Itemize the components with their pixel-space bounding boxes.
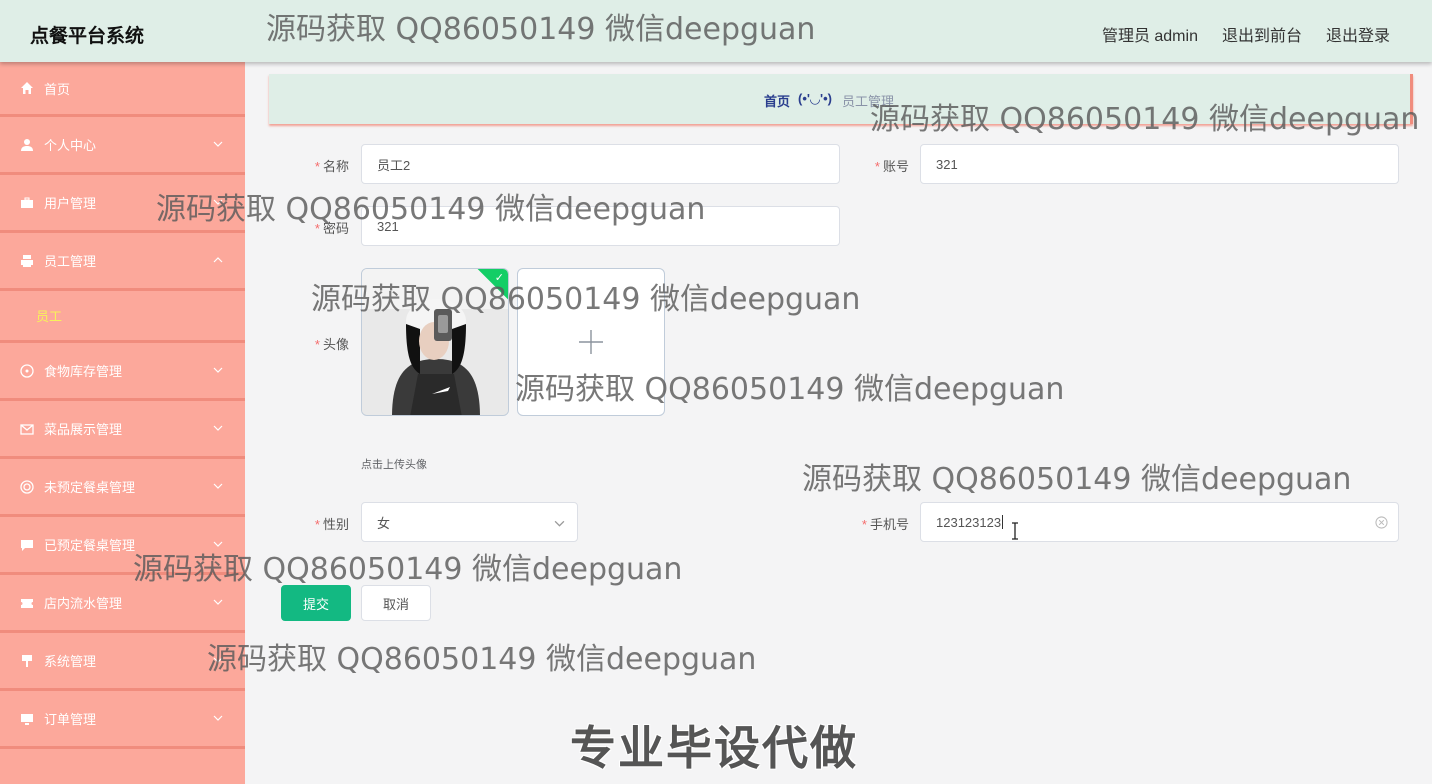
sidebar-item-home[interactable]: 首页 xyxy=(0,62,245,117)
name-input[interactable]: 员工2 xyxy=(361,144,840,184)
app-title: 点餐平台系统 xyxy=(30,26,145,47)
sidebar-item-unreserved-tables[interactable]: 未预定餐桌管理 xyxy=(0,459,245,517)
sidebar-item-label: 已预定餐桌管理 xyxy=(44,538,136,553)
password-label: * 密码 xyxy=(314,221,349,236)
monitor-icon xyxy=(19,711,35,727)
phone-input[interactable]: 123123123 xyxy=(920,502,1399,542)
chevron-down-icon xyxy=(213,367,223,373)
staff-form: * 名称 员工2 * 账号 321 * 密码 321 * 头像 ✓ 点击上传头像… xyxy=(269,134,1414,630)
gender-select[interactable]: 女 xyxy=(361,502,578,542)
sidebar-item-personal-center[interactable]: 个人中心 xyxy=(0,117,245,175)
lifebuoy-icon xyxy=(19,479,35,495)
chevron-down-icon xyxy=(554,520,565,527)
sidebar-subitem-staff[interactable]: 员工 xyxy=(0,291,245,343)
exit-to-front-link[interactable]: 退出到前台 xyxy=(1222,22,1302,46)
sidebar-item-staff-management[interactable]: 员工管理 xyxy=(0,233,245,291)
chevron-down-icon xyxy=(213,599,223,605)
sidebar-item-label: 订单管理 xyxy=(44,712,97,727)
breadcrumb: 首页 (•'◡'•) 员工管理 xyxy=(764,91,894,110)
sidebar: 首页 个人中心 用户管理 员工管理 员工 食物库存管理 菜品展示管理 未预定餐桌… xyxy=(0,62,245,784)
header-nav: 管理员 admin 退出到前台 退出登录 xyxy=(1102,22,1390,46)
submit-button[interactable]: 提交 xyxy=(281,585,351,621)
sidebar-item-order-management[interactable]: 订单管理 xyxy=(0,691,245,749)
sign-icon xyxy=(19,653,35,669)
upload-tip: 点击上传头像 xyxy=(361,459,427,471)
clear-icon[interactable] xyxy=(1375,516,1388,529)
user-icon xyxy=(19,137,35,153)
sidebar-item-dish-display[interactable]: 菜品展示管理 xyxy=(0,401,245,459)
top-header: 点餐平台系统 管理员 admin 退出到前台 退出登录 xyxy=(0,0,1432,62)
chevron-down-icon xyxy=(213,541,223,547)
ticket-icon xyxy=(19,595,35,611)
sidebar-item-food-inventory[interactable]: 食物库存管理 xyxy=(0,343,245,401)
chevron-down-icon xyxy=(213,657,223,663)
gender-label: * 性别 xyxy=(314,517,349,532)
avatar-thumbnail[interactable]: ✓ xyxy=(361,268,509,416)
avatar-upload-button[interactable] xyxy=(517,268,665,416)
chevron-down-icon xyxy=(213,715,223,721)
breadcrumb-bar: 首页 (•'◡'•) 员工管理 xyxy=(269,74,1413,124)
sidebar-item-label: 食物库存管理 xyxy=(44,364,123,379)
logout-link[interactable]: 退出登录 xyxy=(1326,22,1390,46)
chevron-down-icon xyxy=(213,141,223,147)
main-content: 首页 (•'◡'•) 员工管理 * 名称 员工2 * 账号 321 * 密码 321 … xyxy=(245,62,1432,784)
sidebar-item-cash-flow[interactable]: 店内流水管理 xyxy=(0,575,245,633)
sidebar-item-label: 店内流水管理 xyxy=(44,596,123,611)
cancel-button[interactable]: 取消 xyxy=(361,585,431,621)
sidebar-item-label: 系统管理 xyxy=(44,654,97,669)
sidebar-item-label: 员工管理 xyxy=(44,254,97,269)
password-input[interactable]: 321 xyxy=(361,206,840,246)
chevron-down-icon xyxy=(213,483,223,489)
chevron-up-icon xyxy=(213,256,223,262)
chevron-down-icon xyxy=(213,425,223,431)
sidebar-item-label: 菜品展示管理 xyxy=(44,422,123,437)
avatar-label: * 头像 xyxy=(314,337,349,352)
compass-icon xyxy=(19,363,35,379)
mail-icon xyxy=(19,421,35,437)
name-label: * 名称 xyxy=(314,159,349,174)
account-label: * 账号 xyxy=(874,159,909,174)
sidebar-item-label: 个人中心 xyxy=(44,138,97,153)
admin-label: 管理员 admin xyxy=(1101,28,1198,45)
text-caret xyxy=(1002,515,1004,529)
breadcrumb-current: 员工管理 xyxy=(841,94,894,109)
briefcase-icon xyxy=(19,195,35,211)
phone-label: * 手机号 xyxy=(861,517,909,532)
printer-icon xyxy=(19,253,35,269)
breadcrumb-separator: (•'◡'•) xyxy=(798,91,832,106)
footer-watermark: 专业毕设代做 xyxy=(570,721,858,775)
sidebar-item-system-management[interactable]: 系统管理 xyxy=(0,633,245,691)
account-input[interactable]: 321 xyxy=(920,144,1399,184)
chat-icon xyxy=(19,537,35,553)
sidebar-item-label: 未预定餐桌管理 xyxy=(44,480,136,495)
text-cursor-icon xyxy=(1012,522,1018,540)
sidebar-item-label: 首页 xyxy=(44,81,71,97)
home-icon xyxy=(19,80,35,96)
breadcrumb-home[interactable]: 首页 xyxy=(764,91,790,110)
sidebar-item-label: 用户管理 xyxy=(44,196,97,211)
chevron-down-icon xyxy=(213,199,223,205)
sidebar-item-user-management[interactable]: 用户管理 xyxy=(0,175,245,233)
plus-icon xyxy=(579,330,603,354)
sidebar-item-reserved-tables[interactable]: 已预定餐桌管理 xyxy=(0,517,245,575)
check-icon: ✓ xyxy=(494,272,504,284)
avatar-photo xyxy=(362,269,508,415)
